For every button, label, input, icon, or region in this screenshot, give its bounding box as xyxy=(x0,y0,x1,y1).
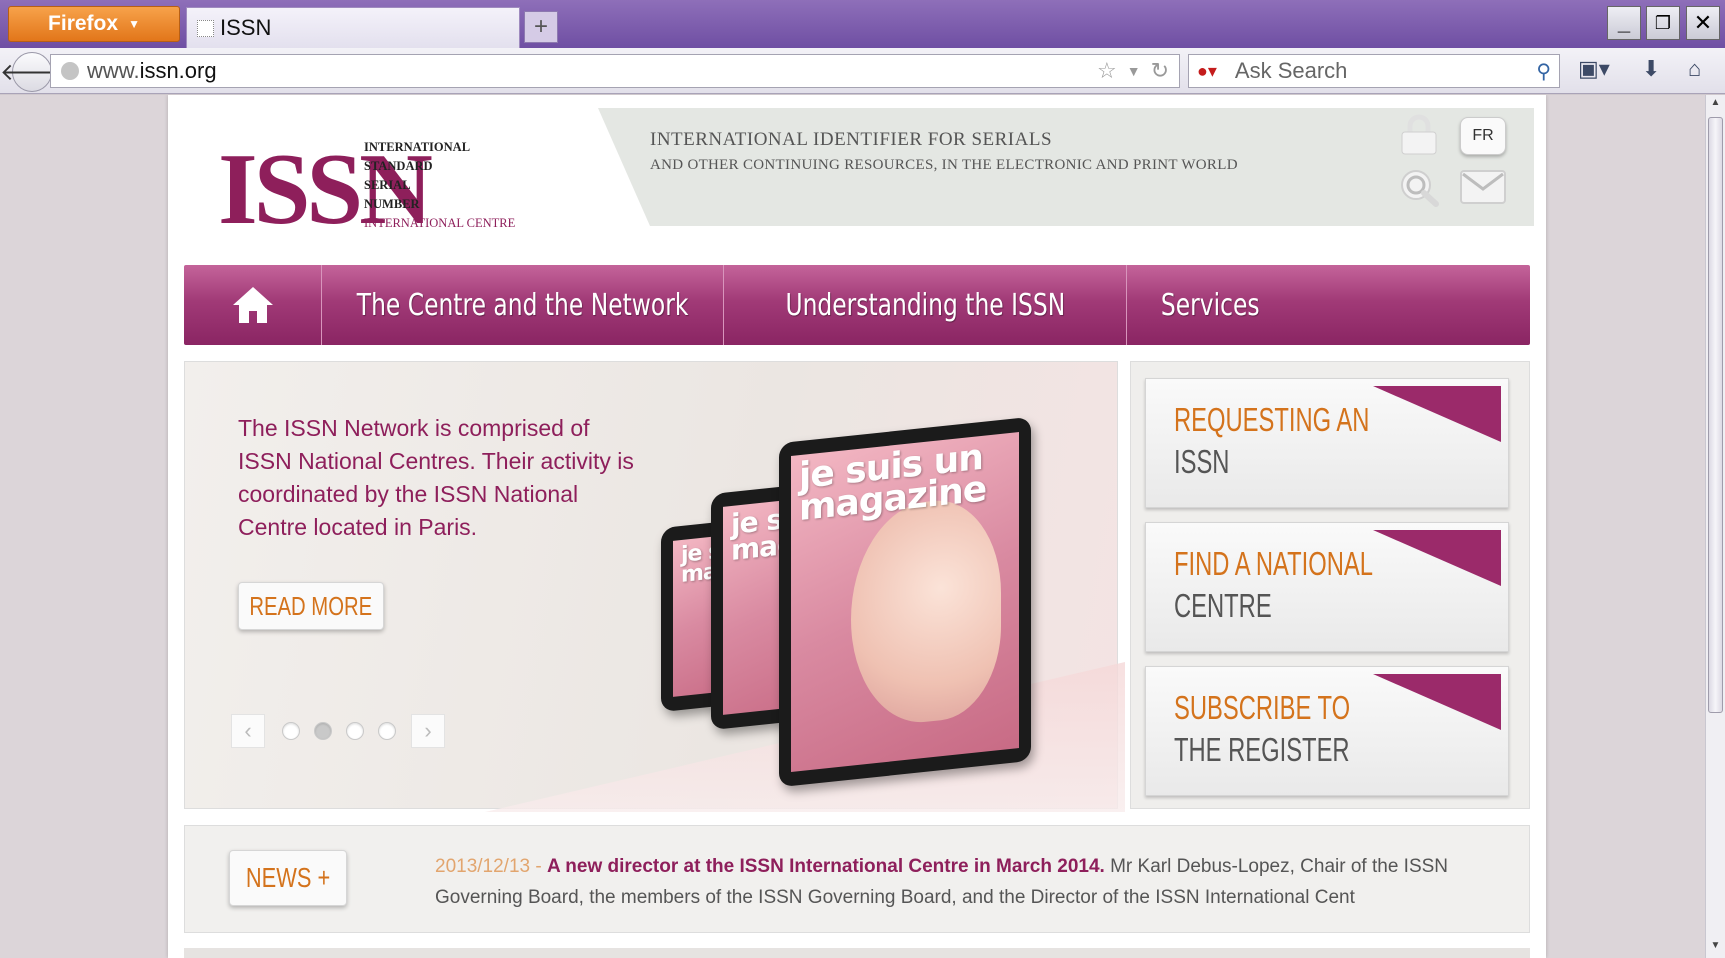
news-item[interactable]: 2013/12/13 - A new director at the ISSN … xyxy=(435,851,1495,913)
url-domain: issn.org xyxy=(139,58,217,83)
globe-icon xyxy=(61,62,79,80)
tablet-image-front: je suis un magazine xyxy=(779,416,1031,788)
reload-icon[interactable]: ↻ xyxy=(1151,58,1169,84)
page-viewport: ISSN INTERNATIONAL STANDARD SERIAL NUMBE… xyxy=(0,95,1705,958)
logo-line: INTERNATIONAL xyxy=(364,140,471,154)
news-headline[interactable]: A new director at the ISSN International… xyxy=(547,856,1105,877)
url-prefix: www. xyxy=(87,58,140,83)
news-section: NEWS + 2013/12/13 - A new director at th… xyxy=(184,825,1530,933)
search-icon[interactable] xyxy=(1394,165,1444,209)
new-tab-button[interactable]: + xyxy=(524,11,558,43)
nav-label: Understanding the ISSN xyxy=(785,287,1065,323)
navigation-toolbar: 🡐 www. issn.org ☆ ▼ ↻ ●▾ Ask Search ⚲ xyxy=(0,48,1725,94)
slider-prev-button[interactable]: ‹ xyxy=(231,714,265,748)
address-bar[interactable]: www. issn.org ☆ ▼ ↻ xyxy=(50,54,1180,88)
scroll-down-icon[interactable]: ▼ xyxy=(1708,940,1723,956)
quick-links-panel: REQUESTING AN ISSN FIND A NATIONAL CENTR… xyxy=(1130,361,1530,809)
nav-services[interactable]: Services xyxy=(1127,265,1530,345)
home-toolbar-icon[interactable]: ⌂ xyxy=(1688,56,1701,82)
magazine-title: je suis un magazine xyxy=(799,436,987,530)
hero-slider: The ISSN Network is comprised of ISSN Na… xyxy=(184,361,1125,812)
tile-find-national-centre[interactable]: FIND A NATIONAL CENTRE xyxy=(1145,522,1509,652)
logo-caption: INTERNATIONAL STANDARD SERIAL NUMBER INT… xyxy=(364,138,515,233)
chevron-left-icon: ‹ xyxy=(231,714,265,748)
logo-centre: INTERNATIONAL CENTRE xyxy=(364,216,516,230)
logo-line: SERIAL xyxy=(364,178,411,192)
back-button[interactable]: 🡐 xyxy=(0,52,64,92)
tile-subtitle: THE REGISTER xyxy=(1174,731,1350,768)
main-navigation: The Centre and the Network Understanding… xyxy=(184,265,1530,345)
tile-subscribe-register[interactable]: SUBSCRIBE TO THE REGISTER xyxy=(1145,666,1509,796)
slider-dot[interactable] xyxy=(346,722,364,740)
tile-title: REQUESTING AN xyxy=(1174,401,1370,438)
bookmarks-menu-icon[interactable]: ▣▾ xyxy=(1578,56,1610,82)
tagline-subtitle: AND OTHER CONTINUING RESOURCES, IN THE E… xyxy=(650,157,1238,173)
slider-dot-active[interactable] xyxy=(314,722,332,740)
slider-dot[interactable] xyxy=(282,722,300,740)
logo-line: NUMBER xyxy=(364,197,420,211)
chevron-right-icon: › xyxy=(411,714,445,748)
tab-issn[interactable]: ISSN xyxy=(186,7,520,48)
news-date: 2013/12/13 xyxy=(435,856,531,877)
nav-label: Services xyxy=(1160,287,1260,323)
read-more-button[interactable]: READ MORE xyxy=(238,582,384,630)
bookmark-star-icon[interactable]: ☆ xyxy=(1097,58,1117,84)
logo-line: STANDARD xyxy=(364,159,433,173)
mail-icon[interactable] xyxy=(1458,165,1508,209)
news-button-label: NEWS + xyxy=(245,862,331,893)
search-placeholder: Ask Search xyxy=(1234,58,1348,83)
scrollbar-thumb[interactable] xyxy=(1708,117,1723,713)
lock-icon[interactable] xyxy=(1394,113,1444,157)
restore-button[interactable]: ❐ xyxy=(1646,6,1680,40)
history-dropdown-icon[interactable]: ▼ xyxy=(1127,58,1141,84)
cover-portrait xyxy=(851,493,1001,730)
vertical-scrollbar[interactable]: ▲ ▼ xyxy=(1705,95,1725,958)
slider-next-button[interactable]: › xyxy=(411,714,445,748)
tile-title: SUBSCRIBE TO xyxy=(1174,689,1351,726)
slider-dot[interactable] xyxy=(378,722,396,740)
nav-understanding-issn[interactable]: Understanding the ISSN xyxy=(724,265,1127,345)
issn-page: ISSN INTERNATIONAL STANDARD SERIAL NUMBE… xyxy=(168,95,1546,958)
firefox-menu-button[interactable]: Firefox ▼ xyxy=(8,6,180,42)
close-button[interactable]: ✕ xyxy=(1686,6,1720,40)
tile-subtitle: ISSN xyxy=(1174,443,1230,480)
news-separator: - xyxy=(530,856,547,877)
nav-home[interactable] xyxy=(184,265,322,345)
minimize-button[interactable]: _ xyxy=(1607,6,1641,40)
chevron-down-icon: ▼ xyxy=(128,17,140,31)
slide-text: The ISSN Network is comprised of ISSN Na… xyxy=(238,415,634,540)
slider-dots xyxy=(282,722,396,740)
title-bar: Firefox ▼ ISSN + _ ❐ ✕ xyxy=(0,0,1725,48)
tab-title: ISSN xyxy=(220,15,272,40)
ask-engine-icon[interactable]: ●▾ xyxy=(1197,61,1217,82)
read-more-label: READ MORE xyxy=(249,590,373,621)
favicon-icon xyxy=(197,19,214,37)
tagline-title: INTERNATIONAL IDENTIFIER FOR SERIALS xyxy=(650,129,1053,150)
next-section-edge xyxy=(184,948,1530,958)
tile-subtitle: CENTRE xyxy=(1174,587,1272,624)
news-button[interactable]: NEWS + xyxy=(229,850,347,906)
language-fr-button[interactable]: FR xyxy=(1460,117,1506,155)
tile-requesting-issn[interactable]: REQUESTING AN ISSN xyxy=(1145,378,1509,508)
search-bar[interactable]: ●▾ Ask Search ⚲ xyxy=(1188,54,1560,88)
tile-title: FIND A NATIONAL xyxy=(1174,545,1373,582)
nav-label: The Centre and the Network xyxy=(356,287,689,323)
scroll-up-icon[interactable]: ▲ xyxy=(1708,97,1723,113)
nav-centre-network[interactable]: The Centre and the Network xyxy=(322,265,724,345)
search-go-icon[interactable]: ⚲ xyxy=(1536,59,1551,84)
downloads-icon[interactable]: ⬇ xyxy=(1642,56,1660,82)
home-icon xyxy=(232,287,273,323)
firefox-menu-label: Firefox xyxy=(48,12,119,35)
